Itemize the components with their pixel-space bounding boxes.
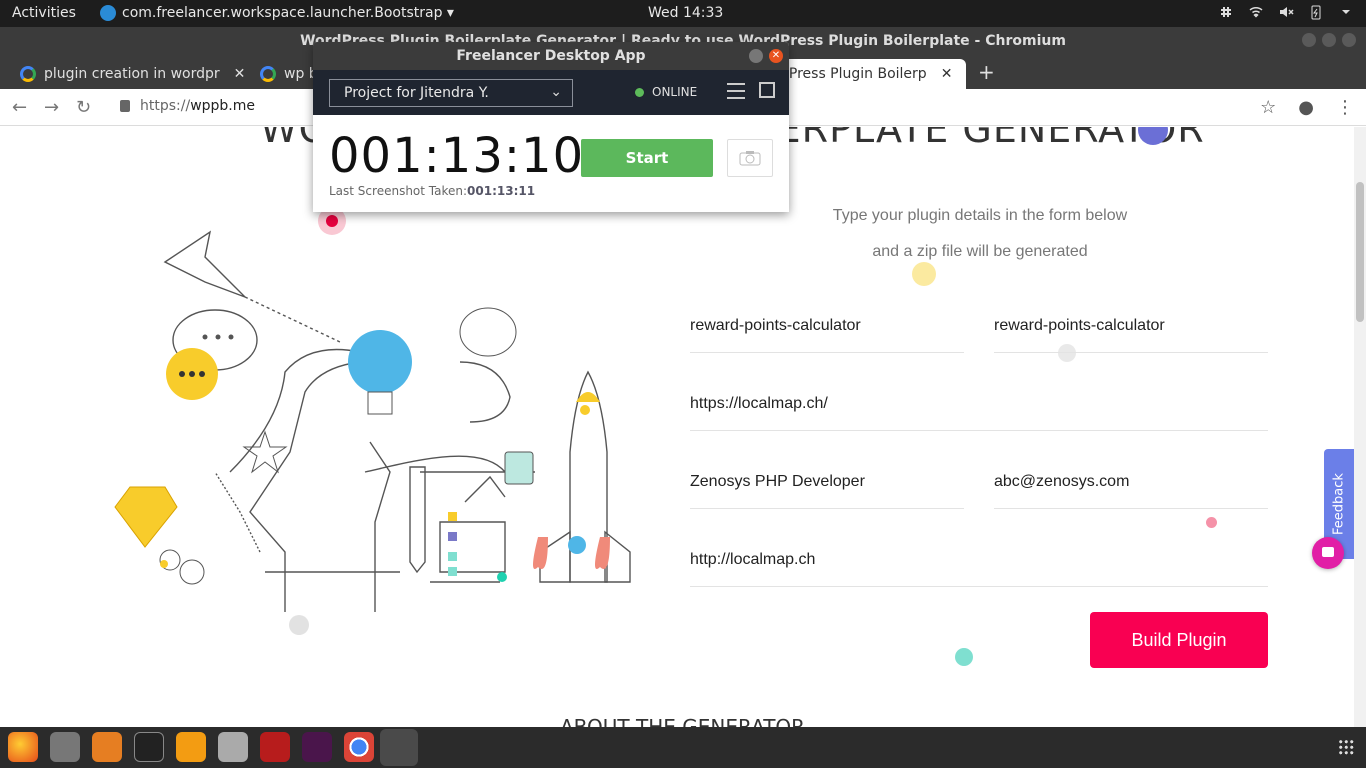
last-screenshot-time: 001:13:11 — [467, 184, 536, 198]
toolbar-actions: ☆ ● ⋮ — [1260, 97, 1354, 118]
author-email-field[interactable]: abc@zenosys.com — [994, 463, 1268, 509]
minimize-icon[interactable] — [749, 49, 763, 63]
last-screenshot-label: Last Screenshot Taken: — [329, 184, 468, 198]
kebab-menu-icon[interactable]: ⋮ — [1336, 97, 1354, 118]
forward-arrow-icon[interactable]: → — [44, 97, 59, 118]
decor-dot — [955, 648, 973, 666]
system-tray[interactable] — [1218, 4, 1354, 20]
paper-plane — [163, 230, 246, 298]
show-applications-icon[interactable] — [1338, 739, 1354, 755]
window-controls — [1302, 33, 1356, 47]
web-page: WORDPRESS PLUGIN BOILERPLATE GENERATOR T… — [0, 127, 1354, 727]
page-scrollbar[interactable] — [1354, 127, 1366, 727]
system-top-bar: Activities com.freelancer.workspace.laun… — [0, 0, 1366, 27]
build-plugin-button[interactable]: Build Plugin — [1090, 612, 1268, 668]
online-status-label: ONLINE — [652, 85, 698, 99]
chromium-icon[interactable] — [344, 732, 374, 762]
online-status: ONLINE — [635, 85, 697, 99]
google-icon — [260, 66, 276, 82]
checklist — [439, 521, 506, 573]
maximize-icon[interactable] — [1322, 33, 1336, 47]
decor-dot — [289, 615, 309, 635]
terminal-icon[interactable] — [134, 732, 164, 762]
system-menu-chevron-icon[interactable] — [1338, 4, 1354, 20]
last-screenshot-info: Last Screenshot Taken:001:13:11 — [329, 184, 535, 198]
author-name-field[interactable]: Zenosys PHP Developer — [690, 463, 964, 509]
plug — [504, 451, 534, 485]
freelancer-app-title: Freelancer Desktop App — [456, 48, 646, 64]
minimize-icon[interactable] — [1302, 33, 1316, 47]
freelancer-app-header: Project for Jitendra Y. ⌄ ONLINE — [313, 70, 789, 115]
volume-muted-icon[interactable] — [1278, 4, 1294, 20]
tab-close-icon[interactable]: ✕ — [234, 66, 245, 82]
tab-plugin-creation[interactable]: plugin creation in wordpr ✕ — [10, 59, 245, 89]
bookmark-star-icon[interactable]: ☆ — [1260, 97, 1276, 118]
settings-gear-icon[interactable] — [218, 732, 248, 762]
close-icon[interactable]: ✕ — [769, 49, 783, 63]
battery-charging-icon[interactable] — [1308, 4, 1324, 20]
filezilla-icon[interactable] — [260, 732, 290, 762]
online-indicator-icon — [635, 87, 644, 97]
software-center-icon[interactable] — [92, 732, 122, 762]
start-tracking-button[interactable]: Start — [581, 139, 713, 177]
plug-cable — [459, 361, 511, 423]
feedback-label: Feedback — [1331, 473, 1347, 535]
star — [242, 430, 288, 474]
project-select-value: Project for Jitendra Y. — [344, 85, 489, 101]
url-host: wppb.me — [190, 98, 255, 114]
slack-tray-icon[interactable] — [1218, 4, 1234, 20]
freelancer-dock-icon[interactable] — [380, 729, 418, 766]
wifi-icon[interactable] — [1248, 4, 1264, 20]
close-window-icon[interactable] — [1342, 33, 1356, 47]
back-arrow-icon[interactable]: ← — [12, 97, 27, 118]
brain — [459, 307, 517, 357]
decor-dot — [1206, 517, 1217, 528]
time-tracker-timer: 001:13:10 — [329, 128, 585, 184]
reload-icon[interactable]: ↻ — [76, 97, 91, 118]
subtitle-line-2: and a zip file will be generated — [872, 243, 1088, 260]
diamond — [114, 486, 178, 548]
firefox-icon[interactable] — [8, 732, 38, 762]
plugin-name-field[interactable]: reward-points-calculator — [690, 307, 964, 353]
app-menu-label: com.freelancer.workspace.launcher.Bootst… — [122, 5, 454, 21]
taskbar — [0, 727, 1366, 768]
scrollbar-thumb[interactable] — [1356, 182, 1364, 322]
decor-dot — [912, 262, 936, 286]
lightbulb — [348, 330, 412, 394]
tab-wp-b[interactable]: wp b — [250, 59, 320, 89]
tab-wppb-active[interactable]: dPress Plugin Boilerp ✕ — [770, 59, 966, 89]
camera-icon[interactable] — [727, 139, 773, 177]
author-uri-field[interactable]: http://localmap.ch — [690, 541, 1268, 587]
ideas-illustration — [114, 230, 631, 612]
tab-close-icon[interactable]: ✕ — [941, 66, 953, 82]
freelancer-app-titlebar: Freelancer Desktop App ✕ — [313, 42, 789, 70]
url-scheme: https:// — [140, 98, 191, 114]
google-icon — [20, 66, 36, 82]
pen — [409, 466, 426, 574]
new-tab-button[interactable]: + — [978, 60, 995, 84]
freelancer-app-icon — [100, 5, 116, 21]
plugin-uri-field[interactable]: https://localmap.ch/ — [690, 385, 1268, 431]
chat-widget-button[interactable] — [1312, 537, 1344, 569]
popout-icon[interactable] — [759, 82, 775, 98]
profile-avatar-icon[interactable]: ● — [1298, 97, 1314, 118]
app-menu[interactable]: com.freelancer.workspace.launcher.Bootst… — [100, 5, 454, 21]
address-bar[interactable]: https://wppb.me — [120, 98, 255, 114]
activities-button[interactable]: Activities — [12, 5, 76, 21]
subtitle-line-1: Type your plugin details in the form bel… — [832, 207, 1128, 224]
sublime-text-icon[interactable] — [176, 732, 206, 762]
chevron-down-icon: ⌄ — [550, 84, 562, 100]
files-icon[interactable] — [50, 732, 80, 762]
slack-icon[interactable] — [302, 732, 332, 762]
about-heading: ABOUT THE GENERATOR — [560, 715, 806, 727]
freelancer-desktop-app-window: Freelancer Desktop App ✕ Project for Jit… — [313, 42, 789, 212]
plugin-slug-field[interactable]: reward-points-calculator — [994, 307, 1268, 353]
hamburger-menu-icon[interactable] — [727, 83, 745, 99]
tab-label: dPress Plugin Boilerp — [780, 66, 927, 82]
tab-label: plugin creation in wordpr — [44, 66, 220, 82]
project-select[interactable]: Project for Jitendra Y. ⌄ — [329, 79, 573, 107]
gear — [179, 559, 205, 585]
lock-icon[interactable] — [120, 100, 130, 112]
clock[interactable]: Wed 14:33 — [648, 5, 723, 21]
